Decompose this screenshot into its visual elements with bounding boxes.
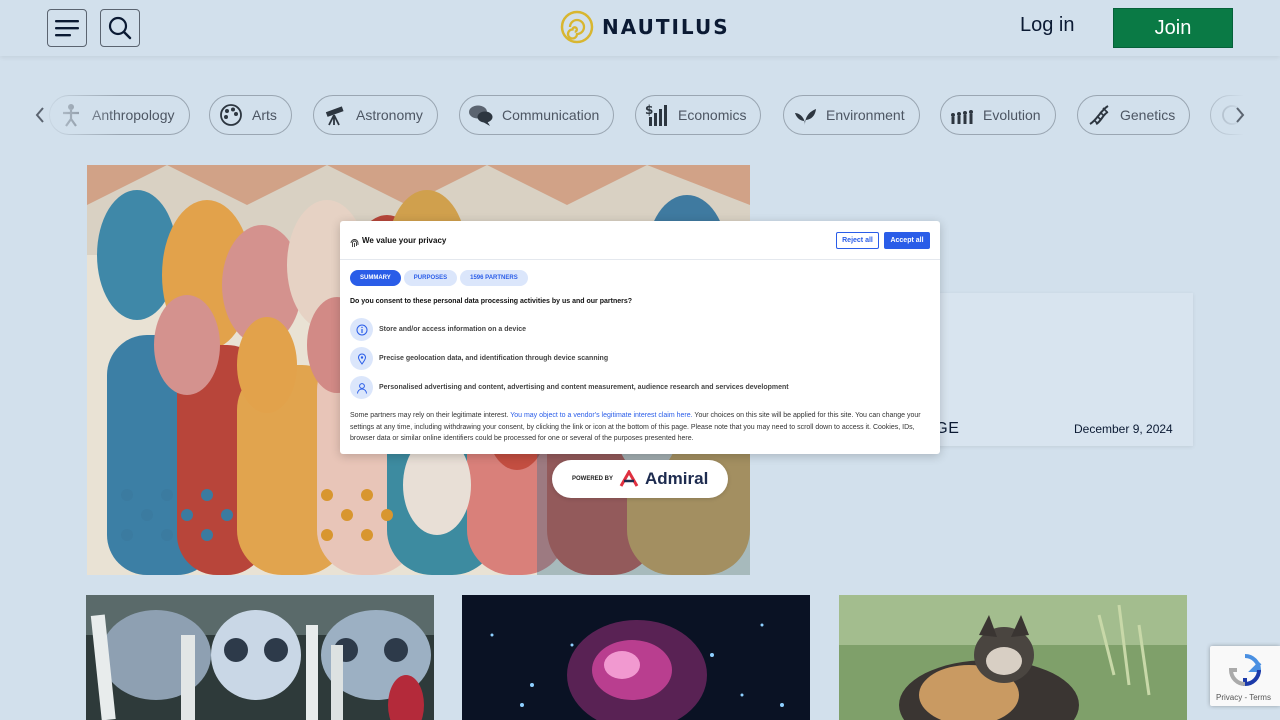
svg-text:$: $ bbox=[645, 103, 653, 117]
login-link[interactable]: Log in bbox=[1020, 14, 1075, 37]
consent-purpose-label: Precise geolocation data, and identifica… bbox=[379, 355, 609, 362]
speech-bubbles-icon bbox=[468, 102, 494, 128]
site-header: NAUTILUS Log in Join bbox=[0, 0, 1280, 56]
info-icon bbox=[350, 318, 373, 341]
search-icon bbox=[108, 16, 132, 40]
category-label: Anthropology bbox=[92, 107, 175, 123]
palette-icon bbox=[218, 102, 244, 128]
fingerprint-icon bbox=[350, 235, 359, 253]
category-strip: Anthropology Arts Astronomy Communicatio… bbox=[0, 95, 1280, 135]
article-card-image[interactable] bbox=[86, 595, 434, 720]
consent-dialog: We value your privacy Reject all Accept … bbox=[340, 221, 940, 454]
menu-button[interactable] bbox=[47, 9, 87, 47]
category-next-button[interactable] bbox=[1230, 104, 1250, 126]
recaptcha-icon bbox=[1228, 654, 1262, 687]
figure-icon bbox=[58, 102, 84, 128]
chevron-right-icon bbox=[1236, 107, 1245, 123]
tab-purposes[interactable]: PURPOSES bbox=[403, 270, 458, 286]
location-pin-icon bbox=[350, 347, 373, 370]
reject-all-button[interactable]: Reject all bbox=[836, 232, 879, 249]
tab-partners[interactable]: 1596 PARTNERS bbox=[460, 270, 528, 286]
person-icon bbox=[350, 376, 373, 399]
category-label: Communication bbox=[502, 107, 600, 123]
site-logo[interactable]: NAUTILUS bbox=[560, 10, 730, 44]
category-chip-astronomy[interactable]: Astronomy bbox=[313, 95, 438, 135]
category-label: Arts bbox=[252, 107, 277, 123]
consent-body-text: Some partners may rely on their legitima… bbox=[350, 410, 932, 445]
nautilus-shell-icon bbox=[560, 10, 594, 44]
search-button[interactable] bbox=[100, 9, 140, 47]
powered-by-brand: Admiral bbox=[645, 469, 709, 488]
consent-body-intro: Some partners may rely on their legitima… bbox=[350, 412, 509, 419]
category-chip-genetics[interactable]: Genetics bbox=[1077, 95, 1191, 135]
logo-text: NAUTILUS bbox=[602, 15, 730, 39]
hamburger-icon bbox=[55, 20, 79, 37]
powered-by-label: POWERED BY bbox=[572, 476, 614, 482]
leaf-icon bbox=[792, 102, 818, 128]
telescope-icon bbox=[322, 102, 348, 128]
category-label: Astronomy bbox=[356, 107, 423, 123]
chevron-left-icon bbox=[35, 107, 44, 123]
join-button[interactable]: Join bbox=[1113, 8, 1233, 48]
recaptcha-badge[interactable]: Privacy - Terms bbox=[1210, 646, 1280, 706]
category-label: Economics bbox=[678, 107, 747, 123]
dna-icon bbox=[1086, 102, 1112, 128]
powered-by-badge[interactable]: POWERED BY Admiral bbox=[552, 460, 728, 498]
accept-all-button[interactable]: Accept all bbox=[884, 232, 930, 249]
category-chip-evolution[interactable]: Evolution bbox=[940, 95, 1056, 135]
consent-header: We value your privacy Reject all Accept … bbox=[340, 221, 940, 260]
category-prev-button[interactable] bbox=[30, 104, 50, 126]
category-chip-environment[interactable]: Environment bbox=[783, 95, 920, 135]
tab-summary[interactable]: SUMMARY bbox=[350, 270, 401, 286]
admiral-logo-icon bbox=[619, 470, 639, 487]
article-card-image[interactable] bbox=[462, 595, 810, 720]
category-chip-communication[interactable]: Communication bbox=[459, 95, 615, 135]
evolution-icon bbox=[949, 102, 975, 128]
consent-purpose-item: Store and/or access information on a dev… bbox=[350, 318, 526, 341]
consent-purpose-label: Store and/or access information on a dev… bbox=[379, 326, 527, 333]
recaptcha-privacy-terms[interactable]: Privacy - Terms bbox=[1216, 693, 1271, 702]
consent-title: We value your privacy bbox=[362, 236, 447, 245]
consent-purpose-item: Precise geolocation data, and identifica… bbox=[350, 347, 608, 370]
category-label: Genetics bbox=[1120, 107, 1176, 123]
category-label: Evolution bbox=[983, 107, 1041, 123]
category-chip-arts[interactable]: Arts bbox=[209, 95, 292, 135]
feature-date: December 9, 2024 bbox=[1074, 422, 1173, 436]
legitimate-interest-link[interactable]: You may object to a vendor's legitimate … bbox=[510, 412, 692, 419]
article-card-image[interactable] bbox=[839, 595, 1187, 720]
consent-tabs: SUMMARY PURPOSES 1596 PARTNERS bbox=[350, 270, 528, 286]
consent-purpose-item: Personalised advertising and content, ad… bbox=[350, 376, 789, 399]
consent-purpose-label: Personalised advertising and content, ad… bbox=[379, 384, 789, 391]
category-chip-economics[interactable]: $ Economics bbox=[635, 95, 762, 135]
category-chip-anthropology[interactable]: Anthropology bbox=[49, 95, 190, 135]
consent-question: Do you consent to these personal data pr… bbox=[350, 298, 633, 305]
dollar-chart-icon: $ bbox=[644, 102, 670, 128]
category-label: Environment bbox=[826, 107, 905, 123]
